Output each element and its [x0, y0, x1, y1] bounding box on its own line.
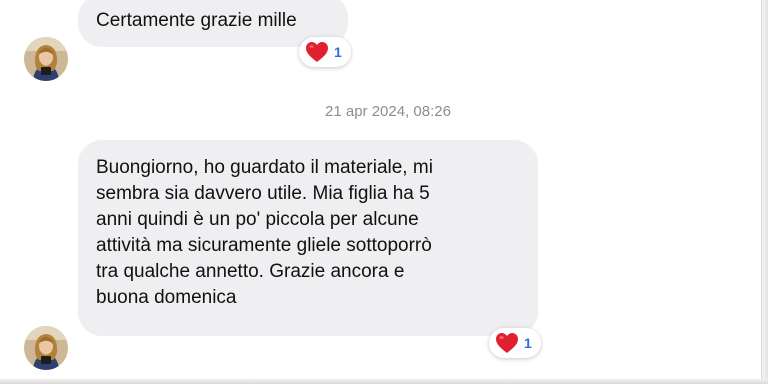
avatar[interactable] [24, 326, 68, 370]
message-line: buona domenica [96, 287, 237, 308]
message-line: attività ma sicuramente gliele sottoporr… [96, 235, 432, 256]
window-edge-right [761, 0, 768, 384]
heart-icon [306, 42, 328, 62]
message-text: Certamente grazie mille [96, 10, 297, 31]
message-line: sembra sia davvero utile. Mia figlia ha … [96, 183, 430, 204]
message-bubble[interactable]: Buongiorno, ho guardato il materiale, mi… [78, 140, 538, 336]
message-line: Buongiorno, ho guardato il materiale, mi [96, 157, 433, 178]
message-line: anni quindi è un po' piccola per alcune [96, 209, 419, 230]
window-edge-bottom [0, 379, 768, 384]
heart-icon [496, 333, 518, 353]
avatar[interactable] [24, 37, 68, 81]
reaction-pill[interactable]: 1 [299, 37, 351, 67]
reaction-pill[interactable]: 1 [489, 328, 541, 358]
message-line: tra qualche annetto. Grazie ancora e [96, 261, 405, 282]
reaction-count: 1 [334, 44, 342, 60]
reaction-count: 1 [524, 335, 532, 351]
avatar-photo [24, 326, 68, 370]
timestamp-separator: 21 apr 2024, 08:26 [325, 103, 451, 120]
avatar-photo [24, 37, 68, 81]
